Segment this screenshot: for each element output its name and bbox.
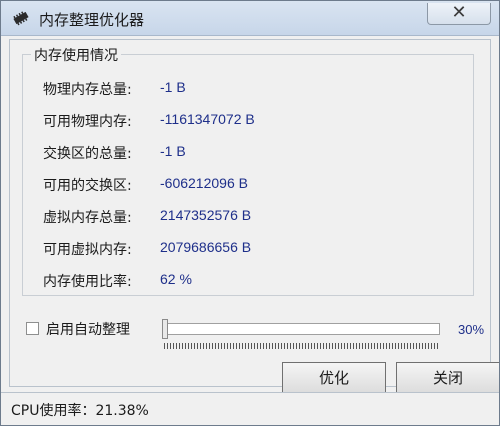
info-row-physical-total: 物理内存总量: -1 B: [43, 79, 463, 99]
info-label: 内存使用比率:: [43, 274, 132, 290]
info-label: 物理内存总量:: [43, 82, 132, 98]
info-row-virtual-available: 可用虚拟内存: 2079686656 B: [43, 239, 463, 259]
info-value: -1 B: [160, 143, 186, 159]
slider-track[interactable]: [164, 323, 440, 335]
info-label: 可用的交换区:: [43, 178, 132, 194]
slider-thumb[interactable]: [162, 319, 168, 339]
window-title: 内存整理优化器: [39, 11, 145, 29]
info-value: 2079686656 B: [160, 239, 252, 255]
auto-organize-slider[interactable]: [160, 317, 446, 351]
info-value: -1 B: [160, 79, 186, 95]
cpu-usage-status: CPU使用率：21.38%: [11, 403, 149, 419]
auto-organize-checkbox[interactable]: [26, 322, 39, 335]
info-row-swap-available: 可用的交换区: -606212096 B: [43, 175, 463, 195]
window-close-button[interactable]: ✕: [427, 3, 491, 25]
title-bar[interactable]: 内存整理优化器 ✕: [1, 1, 499, 36]
status-bar: CPU使用率：21.38%: [1, 392, 499, 425]
auto-organize-label[interactable]: 启用自动整理: [46, 319, 130, 339]
info-label: 可用虚拟内存:: [43, 242, 132, 258]
info-label: 可用物理内存:: [43, 114, 132, 130]
info-row-virtual-total: 虚拟内存总量: 2147352576 B: [43, 207, 463, 227]
app-window: 内存整理优化器 ✕ 内存使用情况 物理内存总量: -1 B 可用物理内存: -1…: [0, 0, 500, 426]
optimize-button[interactable]: 优化: [282, 362, 386, 394]
info-row-usage-ratio: 内存使用比率: 62 %: [43, 271, 463, 291]
info-label: 虚拟内存总量:: [43, 210, 132, 226]
info-value: -606212096 B: [160, 175, 248, 191]
info-row-physical-available: 可用物理内存: -1161347072 B: [43, 111, 463, 131]
slider-ticks: [164, 343, 440, 349]
client-area: 内存使用情况 物理内存总量: -1 B 可用物理内存: -1161347072 …: [9, 39, 499, 394]
memory-info-group: 内存使用情况 物理内存总量: -1 B 可用物理内存: -1161347072 …: [22, 45, 474, 296]
info-value: 62 %: [160, 271, 192, 287]
info-value: -1161347072 B: [160, 111, 255, 127]
close-icon: ✕: [451, 2, 467, 23]
info-row-swap-total: 交换区的总量: -1 B: [43, 143, 463, 163]
group-title: 内存使用情况: [31, 45, 121, 65]
memory-chip-icon: [11, 9, 31, 27]
info-value: 2147352576 B: [160, 207, 252, 223]
info-label: 交换区的总量:: [43, 146, 132, 162]
close-button[interactable]: 关闭: [396, 362, 499, 394]
slider-percent-label: 30%: [458, 322, 485, 337]
